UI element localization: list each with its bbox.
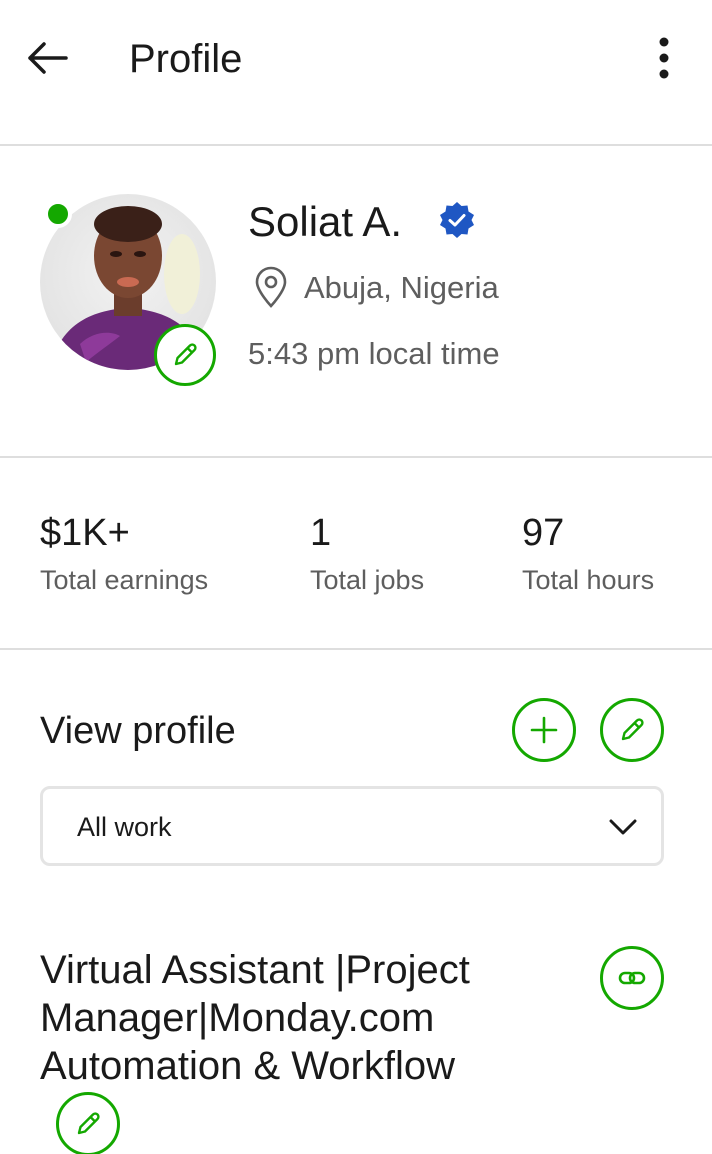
stat-total-hours: 97 Total hours — [522, 512, 654, 596]
pencil-icon — [621, 718, 644, 741]
add-specialized-profile-button[interactable] — [512, 698, 576, 762]
dropdown-selected-value: All work — [77, 812, 172, 842]
stat-value: $1K+ — [40, 512, 130, 554]
view-profile-heading: View profile — [40, 710, 236, 752]
stat-value: 97 — [522, 512, 565, 554]
chevron-down-icon — [609, 819, 637, 835]
stat-value: 1 — [310, 512, 332, 554]
edit-profile-button[interactable] — [600, 698, 664, 762]
page-title: Profile — [129, 37, 243, 81]
profile-headline: Virtual Assistant |Project Manager|Monda… — [40, 948, 470, 1088]
back-button[interactable] — [24, 34, 72, 82]
app-header: Profile — [0, 0, 712, 146]
stat-total-earnings: $1K+ Total earnings — [40, 512, 208, 596]
profile-card: Soliat A. Abuja, Nigeria 5:43 pm local t… — [0, 148, 712, 458]
verified-badge-icon — [440, 202, 474, 238]
link-icon — [618, 971, 646, 985]
stat-total-jobs: 1 Total jobs — [310, 512, 424, 596]
location-text: Abuja, Nigeria — [304, 270, 499, 305]
stat-label: Total hours — [522, 565, 655, 595]
copy-profile-link-button[interactable] — [600, 946, 664, 1010]
pencil-icon — [77, 1112, 100, 1135]
stats-row: $1K+ Total earnings 1 Total jobs 97 Tota… — [0, 458, 712, 650]
edit-photo-button[interactable] — [154, 324, 216, 386]
online-status-indicator — [44, 200, 72, 228]
location-pin-icon — [255, 266, 287, 308]
work-filter-dropdown[interactable]: All work — [40, 786, 664, 866]
freelancer-name: Soliat A. — [248, 198, 403, 245]
local-time-text: 5:43 pm local time — [248, 336, 500, 371]
more-options-button[interactable] — [648, 34, 680, 82]
plus-icon — [530, 716, 558, 744]
arrow-left-icon — [28, 42, 68, 74]
pencil-icon — [174, 343, 197, 366]
stat-label: Total earnings — [40, 565, 209, 595]
more-vertical-icon — [659, 37, 669, 79]
stat-label: Total jobs — [310, 565, 425, 595]
edit-headline-button[interactable] — [56, 1092, 120, 1154]
